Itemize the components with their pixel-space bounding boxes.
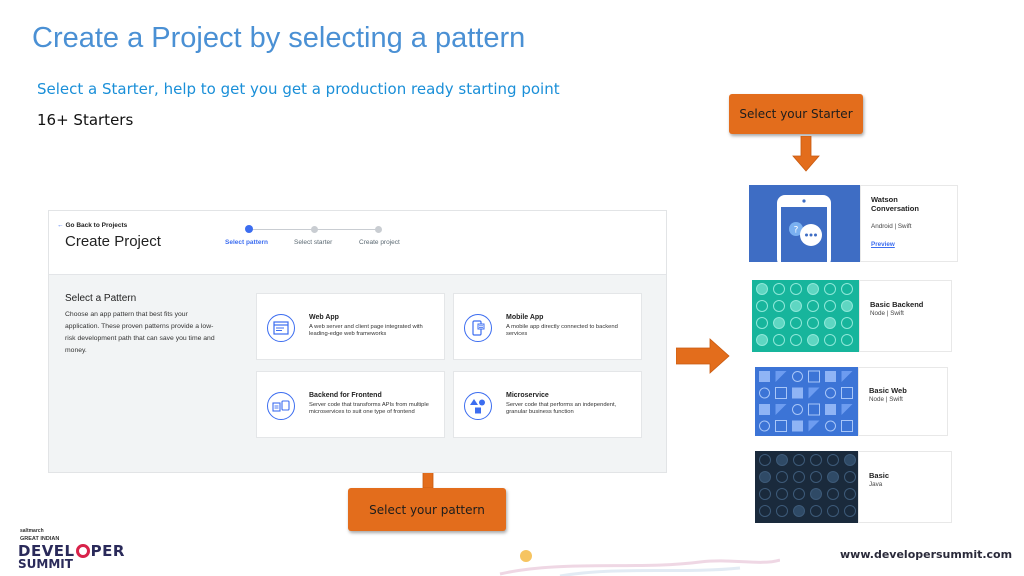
arrow-right-icon (676, 338, 730, 374)
starter-title: Watson Conversation (871, 195, 919, 213)
pattern-title: Mobile App (506, 314, 544, 321)
slide-title: Create a Project by selecting a pattern (32, 22, 526, 54)
starter-title: Basic Web (869, 386, 907, 395)
starter-meta: Java (869, 481, 883, 488)
step-dot-create-project[interactable] (375, 226, 382, 233)
logo-saltmarch: saltmarch (20, 528, 44, 534)
watson-starter-image: ? (749, 185, 860, 262)
basic-backend-image (752, 280, 859, 352)
step-label-select-starter[interactable]: Select starter (294, 239, 332, 246)
screenshot-header: ← Go Back to Projects Create Project Sele… (49, 211, 666, 275)
pattern-description: A mobile app directly connected to backe… (506, 324, 618, 337)
pattern-card-backend-for-frontend[interactable]: Backend for Frontend Server code that tr… (256, 371, 445, 438)
logo-o-ring-icon (75, 544, 90, 558)
starter-title: Basic (869, 471, 890, 480)
footer-url: www.developersummit.com (840, 548, 1013, 561)
pattern-title: Backend for Frontend (309, 392, 382, 399)
svg-text:?: ? (794, 226, 799, 236)
starter-meta: Android | Swift (871, 223, 912, 230)
starter-card-watson-conversation[interactable]: ? Watson Conversation Android | Swift Pr… (749, 185, 958, 262)
basic-image (755, 451, 858, 523)
callout-select-pattern: Select your pattern (348, 488, 506, 531)
create-project-title: Create Project (65, 233, 161, 250)
developer-summit-logo: saltmarch GREAT INDIAN DEVEL PER SUMMIT (18, 528, 148, 572)
step-label-select-pattern[interactable]: Select pattern (225, 239, 268, 246)
arrow-left-icon: ← (57, 222, 64, 229)
step-label-create-project[interactable]: Create project (359, 239, 400, 246)
starter-count: 16+ Starters (37, 111, 134, 129)
step-dot-select-starter[interactable] (311, 226, 318, 233)
starter-card-basic[interactable]: Basic Java (755, 451, 952, 523)
watson-starter-text: Watson Conversation Android | Swift Prev… (860, 185, 958, 262)
starter-title: Basic Backend (870, 300, 924, 309)
backend-for-frontend-icon (267, 392, 295, 420)
basic-web-text: Basic Web Node | Swift (858, 367, 948, 436)
microservice-icon (464, 392, 492, 420)
basic-text: Basic Java (858, 451, 952, 523)
starter-meta: Node | Swift (869, 396, 903, 403)
pattern-title: Web App (309, 314, 339, 321)
basic-web-image (755, 367, 858, 436)
preview-link[interactable]: Preview (871, 241, 895, 248)
select-pattern-heading: Select a Pattern (65, 293, 137, 304)
starter-card-basic-backend[interactable]: Basic Backend Node | Swift (752, 280, 952, 352)
pattern-description: A web server and client page integrated … (309, 324, 423, 337)
pattern-card-mobile-app[interactable]: Mobile App A mobile app directly connect… (453, 293, 642, 360)
arrow-down-icon (792, 136, 820, 172)
decorative-swirl-icon (499, 550, 780, 576)
shape-grid-icon (759, 370, 853, 432)
web-app-icon (267, 314, 295, 342)
slide-subtitle: Select a Starter, help to get you get a … (37, 80, 560, 98)
step-dot-select-pattern[interactable] (245, 225, 253, 233)
dark-circle-grid-icon (759, 454, 856, 517)
mobile-app-icon (464, 314, 492, 342)
create-project-screenshot: ← Go Back to Projects Create Project Sele… (48, 210, 667, 473)
progress-stepper: Select pattern Select starter Create pro… (225, 225, 425, 255)
callout-select-starter: Select your Starter (729, 94, 863, 134)
starter-meta: Node | Swift (870, 310, 904, 317)
circle-grid-icon (756, 283, 853, 346)
logo-summit: SUMMIT (18, 557, 73, 571)
pattern-description: Server code that transforms APIs from mu… (309, 402, 429, 415)
pattern-card-microservice[interactable]: Microservice Server code that performs a… (453, 371, 642, 438)
back-to-projects-link[interactable]: ← Go Back to Projects (57, 222, 127, 229)
select-pattern-description: Choose an app pattern that best fits you… (65, 311, 215, 354)
pattern-title: Microservice (506, 392, 549, 399)
pattern-card-web-app[interactable]: Web App A web server and client page int… (256, 293, 445, 360)
phone-chat-icon: ? (777, 195, 831, 262)
pattern-description: Server code that performs an independent… (506, 402, 617, 415)
back-link-label: Go Back to Projects (65, 222, 128, 229)
logo-per: PER (90, 542, 125, 560)
starter-card-basic-web[interactable]: Basic Web Node | Swift (755, 367, 948, 436)
basic-backend-text: Basic Backend Node | Swift (859, 280, 952, 352)
